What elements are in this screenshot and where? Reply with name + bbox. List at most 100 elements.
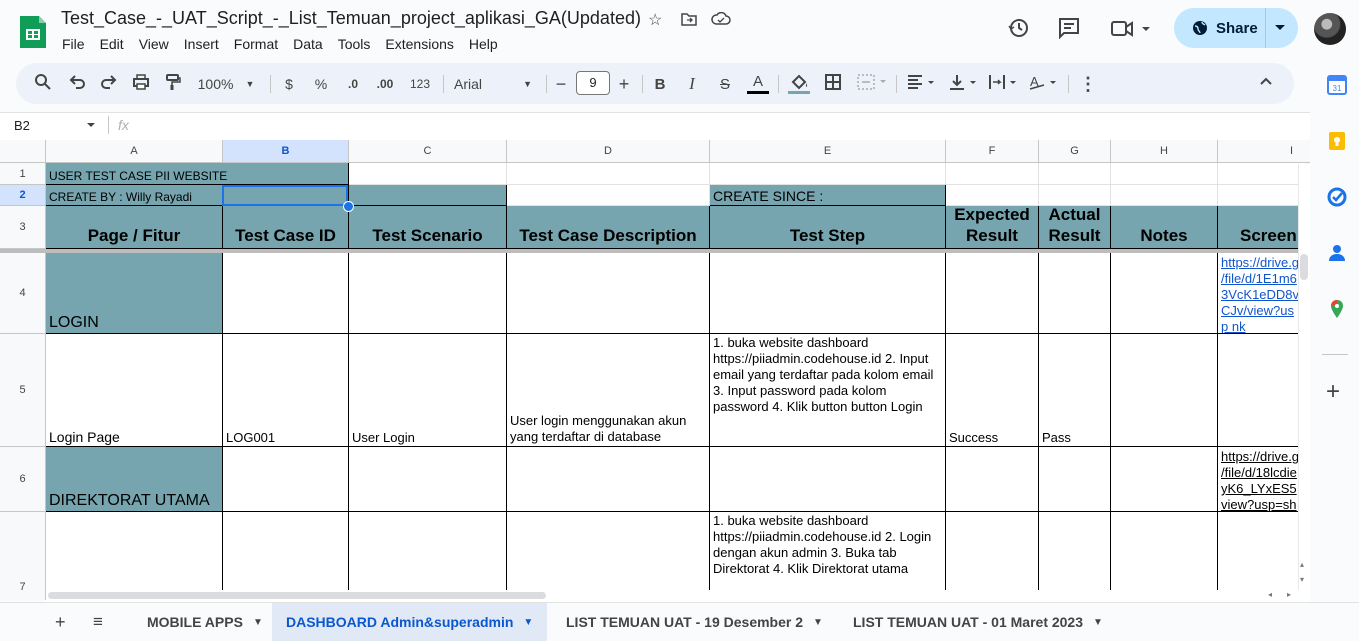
column-header-g[interactable]: G <box>1039 140 1111 163</box>
strikethrough-icon[interactable]: S <box>716 73 734 95</box>
scroll-up-icon[interactable]: ▴ <box>1300 560 1304 569</box>
cell-c2[interactable] <box>349 185 507 206</box>
cell-i4-link[interactable]: https://drive.g /file/d/1E1m6 3VcK1eDD8v… <box>1218 253 1304 334</box>
header-expected-result[interactable]: Expected Result <box>946 206 1039 249</box>
avatar[interactable] <box>1314 13 1346 45</box>
column-header-f[interactable]: F <box>946 140 1039 163</box>
sheets-logo-icon[interactable] <box>18 14 48 50</box>
cell-d7[interactable] <box>507 512 710 600</box>
undo-icon[interactable] <box>68 73 86 95</box>
cell-f1[interactable] <box>946 163 1039 185</box>
share-dropdown-icon[interactable] <box>1274 24 1286 32</box>
tab-dropdown-icon[interactable]: ▼ <box>813 617 823 628</box>
tab-list-temuan-01-maret[interactable]: LIST TEMUAN UAT - 01 Maret 2023 ▼ <box>839 603 1117 641</box>
cell-i2[interactable] <box>1218 185 1308 206</box>
cell-g6[interactable] <box>1039 447 1111 512</box>
cell-e6[interactable] <box>710 447 946 512</box>
cell-d1[interactable] <box>507 163 710 185</box>
scroll-left-icon[interactable]: ◂ <box>1268 590 1272 599</box>
tab-dashboard-admin[interactable]: DASHBOARD Admin&superadmin ▼ <box>272 603 548 641</box>
column-header-c[interactable]: C <box>349 140 507 163</box>
menu-view[interactable]: View <box>139 36 169 52</box>
menu-format[interactable]: Format <box>234 36 278 52</box>
calendar-icon[interactable]: 31 <box>1327 75 1347 95</box>
tasks-icon[interactable] <box>1327 187 1347 207</box>
wrap-icon[interactable] <box>988 73 1020 95</box>
cell-g4[interactable] <box>1039 253 1111 334</box>
header-test-case-id[interactable]: Test Case ID <box>223 206 349 249</box>
fill-color-icon[interactable] <box>788 73 810 95</box>
cell-h4[interactable] <box>1111 253 1218 334</box>
row-header-5[interactable]: 5 <box>0 334 46 447</box>
cell-c7[interactable] <box>349 512 507 600</box>
row-header-2[interactable]: 2 <box>0 185 46 206</box>
redo-icon[interactable] <box>100 73 118 95</box>
menu-help[interactable]: Help <box>469 36 498 52</box>
menu-data[interactable]: Data <box>293 36 323 52</box>
column-header-b[interactable]: B <box>223 140 349 163</box>
formula-bar[interactable] <box>0 112 1310 141</box>
cell-i5[interactable] <box>1218 334 1308 447</box>
tab-dropdown-icon[interactable]: ▼ <box>523 617 533 628</box>
cell-a4[interactable]: LOGIN <box>46 253 223 334</box>
font-size-increase-button[interactable]: + <box>617 73 631 95</box>
paint-format-icon[interactable] <box>164 73 182 95</box>
menu-edit[interactable]: Edit <box>100 36 124 52</box>
align-icon[interactable] <box>906 73 938 95</box>
header-notes[interactable]: Notes <box>1111 206 1218 249</box>
cell-d6[interactable] <box>507 447 710 512</box>
cloud-status-icon[interactable] <box>711 12 731 26</box>
header-actual-result[interactable]: Actual Result <box>1039 206 1111 249</box>
cell-a7[interactable] <box>46 512 223 600</box>
text-color-icon[interactable]: A <box>747 73 769 95</box>
cell-a5[interactable]: Login Page <box>46 334 223 447</box>
tab-mobile-apps[interactable]: MOBILE APPS ▼ <box>133 603 277 641</box>
cell-e5[interactable]: 1. buka website dashboard https://piiadm… <box>710 334 946 447</box>
cell-d5[interactable]: User login menggunakan akun yang terdaft… <box>507 334 710 447</box>
spreadsheet-grid[interactable]: A B C D E F G H I 1 2 3 4 5 6 7 USER TES… <box>0 140 1310 600</box>
cell-b5[interactable]: LOG001 <box>223 334 349 447</box>
move-folder-icon[interactable] <box>681 12 697 26</box>
cell-f5[interactable]: Success <box>946 334 1039 447</box>
currency-button[interactable]: $ <box>282 73 296 95</box>
merge-icon[interactable] <box>856 73 888 95</box>
maps-icon[interactable] <box>1327 299 1347 319</box>
cell-g2[interactable] <box>1039 185 1111 206</box>
cell-f7[interactable] <box>946 512 1039 600</box>
menu-file[interactable]: File <box>62 36 85 52</box>
cell-c6[interactable] <box>349 447 507 512</box>
fill-handle[interactable] <box>343 201 354 212</box>
menu-tools[interactable]: Tools <box>338 36 371 52</box>
cell-a6[interactable]: DIREKTORAT UTAMA <box>46 447 223 512</box>
meet-icon[interactable] <box>1110 18 1150 40</box>
cell-f2[interactable] <box>946 185 1039 206</box>
cell-d2[interactable] <box>507 185 710 206</box>
keep-icon[interactable] <box>1327 131 1347 151</box>
tab-dropdown-icon[interactable]: ▼ <box>1093 617 1103 628</box>
vertical-scrollbar-thumb[interactable] <box>1300 254 1308 280</box>
cell-h2[interactable] <box>1111 185 1218 206</box>
cell-g5[interactable]: Pass <box>1039 334 1111 447</box>
font-select[interactable]: Arial ▼ <box>454 73 532 95</box>
cell-f6[interactable] <box>946 447 1039 512</box>
contacts-icon[interactable] <box>1327 243 1347 263</box>
column-header-d[interactable]: D <box>507 140 710 163</box>
decrease-decimal-button[interactable]: .0 <box>343 73 363 95</box>
cell-b6[interactable] <box>223 447 349 512</box>
rotate-icon[interactable]: A <box>1028 73 1060 95</box>
cell-i6-link[interactable]: https://drive.g /file/d/18lcdie yK6_LYxE… <box>1218 447 1304 512</box>
star-icon[interactable]: ☆ <box>648 10 662 30</box>
font-size-input[interactable]: 9 <box>576 71 610 95</box>
percent-button[interactable]: % <box>314 73 328 95</box>
cell-b4[interactable] <box>223 253 349 334</box>
bold-icon[interactable]: B <box>652 73 668 95</box>
cell-h6[interactable] <box>1111 447 1218 512</box>
tab-list-temuan-19-desember[interactable]: LIST TEMUAN UAT - 19 Desember 2 ▼ <box>552 603 837 641</box>
header-test-case-description[interactable]: Test Case Description <box>507 206 710 249</box>
header-test-scenario[interactable]: Test Scenario <box>349 206 507 249</box>
column-header-e[interactable]: E <box>710 140 946 163</box>
cell-c1[interactable] <box>349 163 507 185</box>
cell-i1[interactable] <box>1218 163 1308 185</box>
valign-icon[interactable] <box>948 73 980 95</box>
print-icon[interactable] <box>132 73 150 95</box>
